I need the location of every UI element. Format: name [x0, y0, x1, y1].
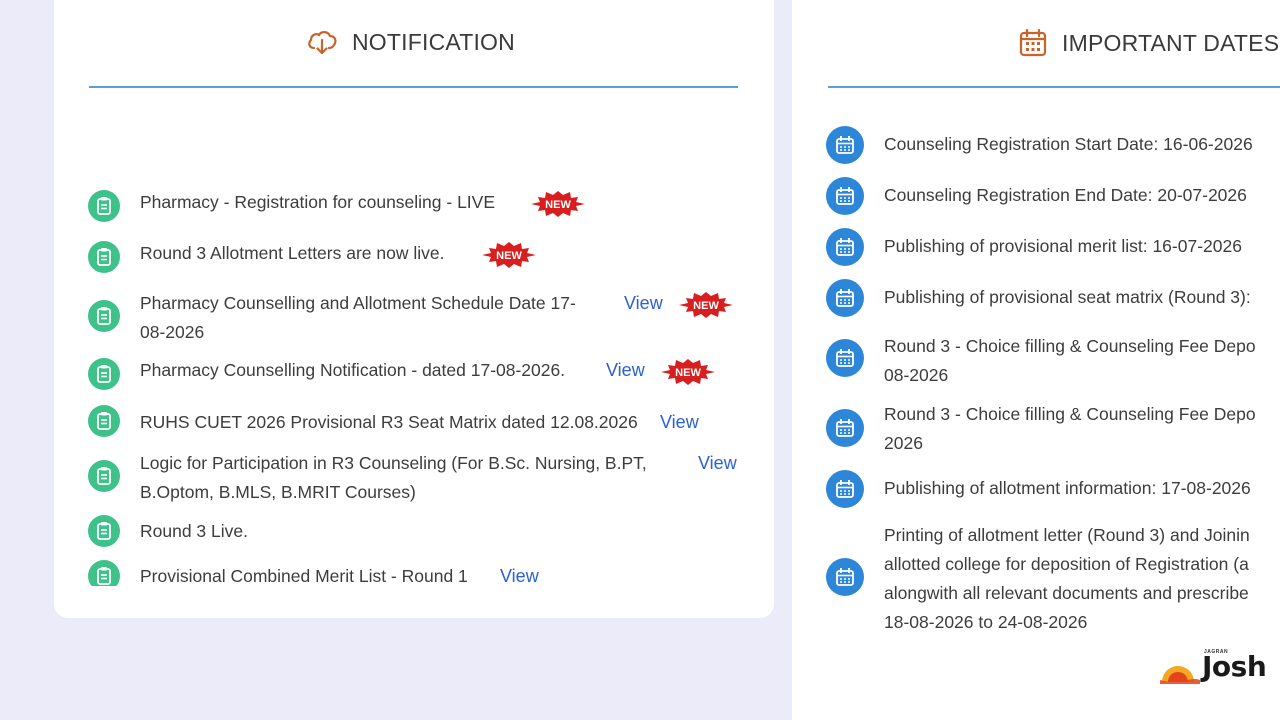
date-text: Printing of allotment letter (Round 3) a…: [884, 521, 1280, 637]
calendar-icon: [826, 558, 864, 596]
notification-link[interactable]: Provisional Combined Merit List - Round …: [140, 562, 468, 591]
calendar-icon: [826, 470, 864, 508]
jagran-josh-logo: JAGRAN Josh: [1160, 649, 1267, 692]
sunrise-logo-icon: [1160, 666, 1200, 684]
notification-text-line: Pharmacy Counselling and Allotment Sched…: [140, 293, 576, 313]
logo-main-text: Josh: [1202, 650, 1267, 683]
view-link[interactable]: View: [500, 562, 539, 591]
notification-divider: [89, 86, 738, 88]
new-badge: NEW: [678, 291, 734, 324]
calendar-icon: [826, 339, 864, 377]
svg-text:NEW: NEW: [545, 199, 571, 211]
view-link[interactable]: View: [698, 449, 737, 478]
notification-text-line: Logic for Participation in R3 Counseling…: [140, 453, 647, 473]
calendar-icon: [826, 279, 864, 317]
svg-text:NEW: NEW: [675, 367, 701, 379]
dates-header: IMPORTANT DATES: [1018, 28, 1279, 58]
view-link[interactable]: View: [660, 408, 699, 437]
view-link[interactable]: View: [606, 356, 645, 385]
new-badge: NEW: [481, 241, 537, 274]
clipboard-icon: [88, 405, 120, 437]
notification-text-line: B.Optom, B.MLS, B.MRIT Courses): [140, 482, 416, 502]
date-text-line: alongwith all relevant documents and pre…: [884, 583, 1249, 603]
date-text: Publishing of provisional merit list: 16…: [884, 236, 1242, 256]
notification-link[interactable]: Pharmacy Counselling and Allotment Sched…: [140, 289, 576, 347]
calendar-icon: [826, 177, 864, 215]
calendar-icon: [826, 228, 864, 266]
clipboard-icon: [88, 300, 120, 332]
notification-text-line: 08-2026: [140, 322, 205, 342]
clipboard-icon: [88, 358, 120, 390]
clipboard-icon: [88, 241, 120, 273]
notification-link[interactable]: Round 3 Allotment Letters are now live.: [140, 239, 444, 268]
clipboard-icon: [88, 515, 120, 547]
date-text: Round 3 - Choice filling & Counseling Fe…: [884, 400, 1280, 458]
cloud-download-icon: [306, 28, 338, 56]
new-badge: NEW: [660, 358, 716, 391]
clipboard-icon: [88, 190, 120, 222]
date-text: Counseling Registration End Date: 20-07-…: [884, 185, 1247, 205]
date-text-line: Round 3 - Choice filling & Counseling Fe…: [884, 404, 1256, 424]
date-text: Counseling Registration Start Date: 16-0…: [884, 134, 1253, 154]
notification-link[interactable]: Logic for Participation in R3 Counseling…: [140, 449, 647, 507]
date-text-line: 2026: [884, 433, 923, 453]
date-text-line: 08-2026: [884, 365, 949, 385]
view-link[interactable]: View: [624, 289, 663, 318]
clipboard-icon: [88, 460, 120, 492]
calendar-icon: [1018, 28, 1048, 58]
notification-link[interactable]: RUHS CUET 2026 Provisional R3 Seat Matri…: [140, 408, 638, 437]
svg-text:NEW: NEW: [496, 250, 522, 262]
notification-link[interactable]: Pharmacy Counselling Notification - date…: [140, 356, 565, 385]
notification-header: NOTIFICATION: [306, 28, 515, 56]
calendar-icon: [826, 126, 864, 164]
notification-title: NOTIFICATION: [352, 28, 515, 55]
date-text-line: 18-08-2026 to 24-08-2026: [884, 612, 1088, 632]
date-text-line: Printing of allotment letter (Round 3) a…: [884, 525, 1250, 545]
clipboard-icon: [88, 560, 120, 586]
notification-link[interactable]: Round 3 Live.: [140, 517, 248, 546]
svg-text:NEW: NEW: [693, 300, 719, 312]
calendar-icon: [826, 409, 864, 447]
dates-divider: [828, 86, 1280, 88]
dates-title: IMPORTANT DATES: [1062, 29, 1280, 56]
new-badge: NEW: [530, 190, 586, 223]
date-text: Publishing of provisional seat matrix (R…: [884, 287, 1251, 307]
date-text-line: allotted college for deposition of Regis…: [884, 554, 1249, 574]
date-text-line: Round 3 - Choice filling & Counseling Fe…: [884, 336, 1256, 356]
date-text: Round 3 - Choice filling & Counseling Fe…: [884, 332, 1280, 390]
notification-link[interactable]: Pharmacy - Registration for counseling -…: [140, 188, 495, 217]
date-text: Publishing of allotment information: 17-…: [884, 478, 1251, 498]
